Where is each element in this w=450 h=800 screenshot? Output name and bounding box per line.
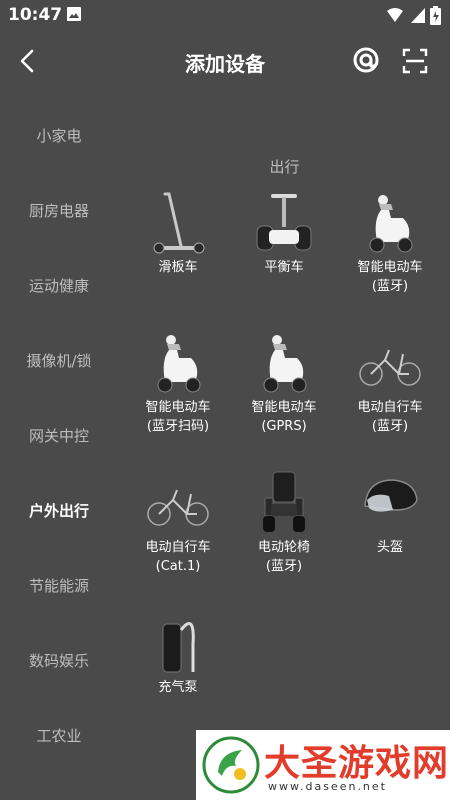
category-sidebar: 小家电 厨房电器 运动健康 摄像机/锁 网关中控 户外出行 节能能源 数码娱乐 … bbox=[0, 98, 118, 773]
e-bike-icon bbox=[359, 349, 421, 386]
qr-scan-icon[interactable] bbox=[400, 46, 430, 76]
sidebar-item-small-appliances[interactable]: 小家电 bbox=[0, 98, 118, 173]
device-label: 电动自行车 (Cat.1) bbox=[145, 540, 211, 574]
e-moped-icon bbox=[263, 335, 307, 393]
watermark-title: 大圣游戏网 bbox=[264, 743, 450, 784]
device-label: 滑板车 bbox=[158, 260, 198, 275]
sidebar-item-digital[interactable]: 数码娱乐 bbox=[0, 623, 118, 698]
page-title: 添加设备 bbox=[185, 52, 265, 76]
section-title: 出行 bbox=[269, 158, 300, 176]
device-tile-wheelchair[interactable]: 电动轮椅 (蓝牙) bbox=[231, 470, 337, 610]
device-label: 电动轮椅 (蓝牙) bbox=[257, 540, 310, 574]
wheelchair-icon bbox=[263, 471, 305, 532]
site-watermark: 大圣游戏网 www.daseen.net bbox=[196, 730, 450, 800]
device-tile-e-moped-bt[interactable]: 智能电动车 (蓝牙) bbox=[337, 190, 443, 330]
device-tile-balance-car[interactable]: 平衡车 bbox=[231, 190, 337, 330]
device-label: 智能电动车 (GPRS) bbox=[251, 400, 317, 434]
wifi-icon bbox=[387, 8, 403, 22]
e-bike-icon bbox=[147, 489, 209, 526]
device-tile-scooter[interactable]: 滑板车 bbox=[125, 190, 231, 330]
device-label: 充气泵 bbox=[158, 680, 198, 695]
helmet-icon bbox=[364, 479, 418, 512]
image-notification-icon bbox=[67, 7, 81, 21]
watermark-logo-icon bbox=[202, 736, 260, 794]
back-arrow-icon[interactable] bbox=[14, 46, 44, 76]
device-tile-air-pump[interactable]: 充气泵 bbox=[125, 610, 231, 750]
sidebar-item-energy[interactable]: 节能能源 bbox=[0, 548, 118, 623]
scooter-icon bbox=[153, 192, 205, 254]
cellular-signal-icon bbox=[411, 8, 425, 23]
device-tile-e-moped-gprs[interactable]: 智能电动车 (GPRS) bbox=[231, 330, 337, 470]
battery-charging-icon bbox=[430, 6, 441, 25]
device-tile-e-bike-cat1[interactable]: 电动自行车 (Cat.1) bbox=[125, 470, 231, 610]
device-label: 头盔 bbox=[376, 540, 403, 555]
device-tile-e-moped-qr[interactable]: 智能电动车 (蓝牙扫码) bbox=[125, 330, 231, 470]
sidebar-item-outdoor[interactable]: 户外出行 bbox=[0, 473, 118, 548]
device-label: 智能电动车 (蓝牙扫码) bbox=[145, 400, 211, 434]
air-pump-icon bbox=[162, 622, 195, 673]
app-bar: 添加设备 bbox=[0, 30, 450, 94]
status-time: 10:47 bbox=[8, 5, 63, 25]
e-moped-icon bbox=[157, 335, 201, 393]
sidebar-item-agriculture[interactable]: 工农业 bbox=[0, 698, 118, 773]
device-label: 电动自行车 (蓝牙) bbox=[357, 400, 423, 434]
sidebar-item-health[interactable]: 运动健康 bbox=[0, 248, 118, 323]
sidebar-item-camera-lock[interactable]: 摄像机/锁 bbox=[0, 323, 118, 398]
status-bar: 10:47 bbox=[0, 0, 450, 30]
nearby-scan-icon[interactable] bbox=[350, 44, 382, 76]
watermark-url: www.daseen.net bbox=[268, 780, 387, 793]
device-label: 平衡车 bbox=[264, 260, 304, 275]
device-tile-e-bike-bt[interactable]: 电动自行车 (蓝牙) bbox=[337, 330, 443, 470]
device-label: 智能电动车 (蓝牙) bbox=[357, 260, 423, 294]
device-tile-helmet[interactable]: 头盔 bbox=[337, 470, 443, 610]
sidebar-item-kitchen[interactable]: 厨房电器 bbox=[0, 173, 118, 248]
balance-car-icon bbox=[256, 194, 312, 251]
sidebar-item-gateway[interactable]: 网关中控 bbox=[0, 398, 118, 473]
device-grid: 滑板车 平衡车 智能电动车 (蓝牙) 智能电动车 (蓝牙扫码) 智能电动车 (G… bbox=[125, 190, 445, 750]
e-moped-icon bbox=[369, 195, 413, 253]
